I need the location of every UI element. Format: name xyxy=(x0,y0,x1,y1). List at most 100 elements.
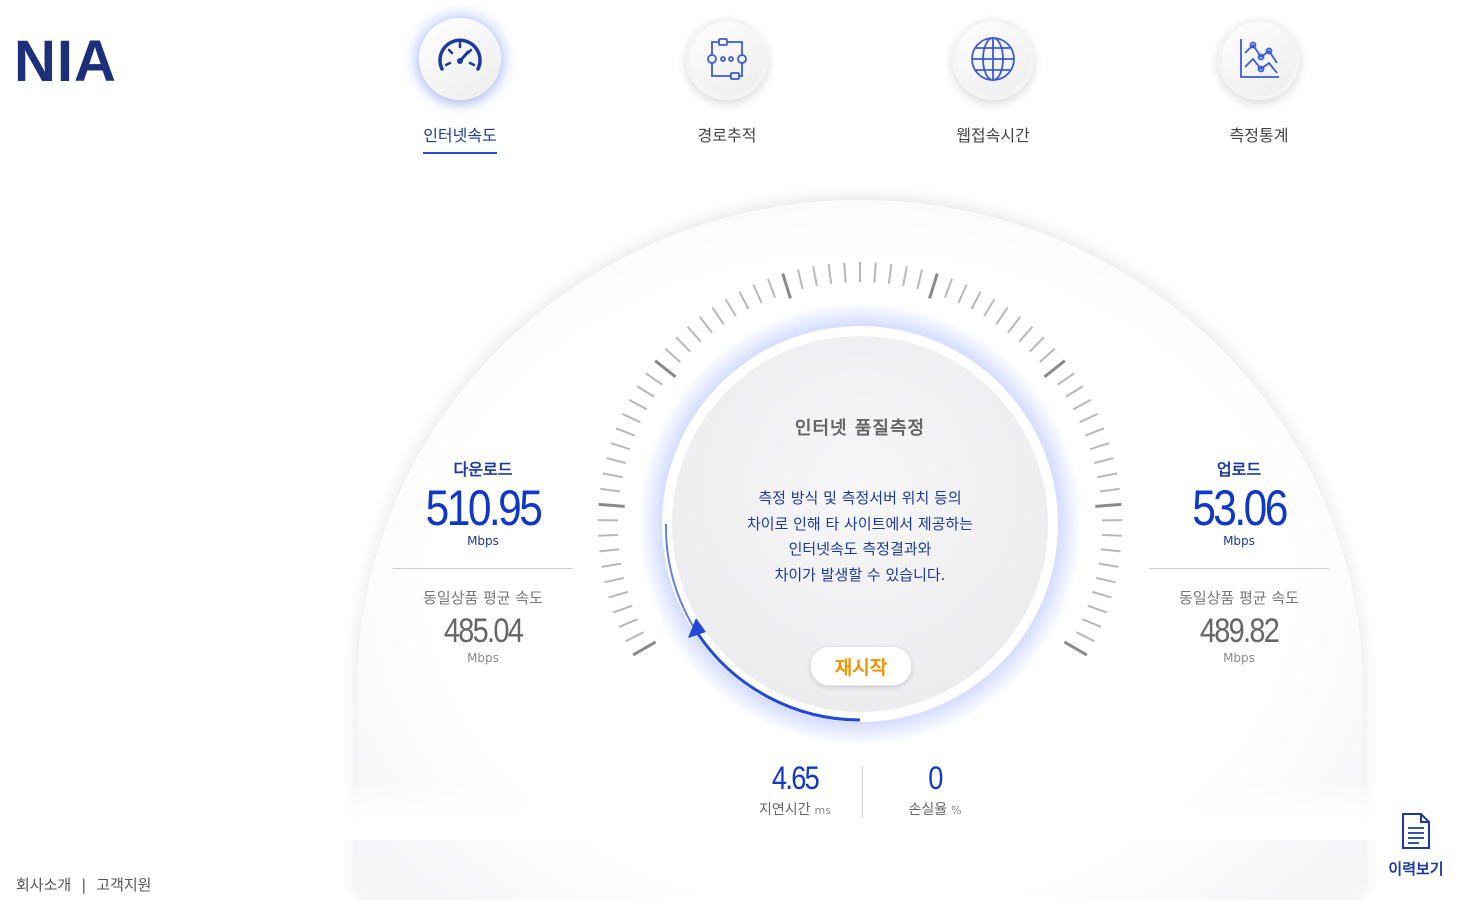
mini-divider xyxy=(862,766,863,818)
gauge-tick xyxy=(798,269,803,288)
loss-label-row: 손실율% xyxy=(865,799,1005,819)
nia-logo[interactable]: NIA xyxy=(14,28,117,95)
gauge-tick xyxy=(1099,564,1119,567)
restart-button[interactable]: 재시작 xyxy=(810,646,912,686)
nav-label: 인터넷속도 xyxy=(423,122,497,154)
notice-line: 측정 방식 및 측정서버 위치 등의 xyxy=(720,486,1000,512)
nav-label: 경로추적 xyxy=(698,122,757,152)
gauge-tick xyxy=(1097,473,1117,477)
nav-label: 웹접속시간 xyxy=(956,122,1030,152)
gauge-tick xyxy=(753,285,761,303)
gauge-tick xyxy=(1101,549,1121,551)
upload-avg-unit: Mbps xyxy=(1149,651,1329,665)
gauge-tick xyxy=(889,264,891,284)
gauge-tick xyxy=(1040,349,1055,362)
nav-circle xyxy=(419,18,501,100)
footer-separator: | xyxy=(81,876,86,894)
gauge-tick xyxy=(783,274,791,299)
gauge-tick xyxy=(1100,489,1120,492)
history-button[interactable]: 이력보기 xyxy=(1384,812,1448,879)
gauge-tick xyxy=(1085,428,1104,435)
gauge-tick xyxy=(609,592,628,598)
gauge-tick xyxy=(1064,642,1087,655)
gauge-tick xyxy=(629,400,647,409)
gauge-tick xyxy=(1080,414,1098,422)
gauge-tick xyxy=(903,266,907,286)
notice-line: 인터넷속도 측정결과와 xyxy=(720,537,1000,563)
gauge-tick xyxy=(1096,578,1115,582)
gauge-tick xyxy=(1092,592,1111,598)
gauge-tick xyxy=(739,291,748,309)
gauge-tick xyxy=(1102,535,1122,536)
footer-link-support[interactable]: 고객지원 xyxy=(96,876,151,894)
gauge-tick xyxy=(1058,373,1074,385)
gauge-tick xyxy=(637,386,654,397)
gauge-tick xyxy=(1095,504,1121,506)
nav-statistics[interactable]: 측정통계 xyxy=(1189,18,1329,152)
nav-label: 측정통계 xyxy=(1230,122,1289,152)
upload-panel: 업로드 53.06 Mbps 동일상품 평균 속도 489.82 Mbps xyxy=(1149,456,1329,665)
nav-web-access-time[interactable]: 웹접속시간 xyxy=(923,18,1063,152)
gauge-tick xyxy=(602,564,622,567)
download-avg-label: 동일상품 평균 속도 xyxy=(393,587,573,608)
download-speed: 510.95 xyxy=(407,480,560,536)
document-icon xyxy=(1399,812,1433,850)
gauge-tick xyxy=(616,428,635,435)
nav-circle xyxy=(952,18,1034,100)
gauge-tick xyxy=(874,262,875,282)
footer-link-about[interactable]: 회사소개 xyxy=(16,876,71,894)
notice-message: 측정 방식 및 측정서버 위치 등의 차이로 인해 타 사이트에서 제공하는 인… xyxy=(720,486,1000,588)
upload-avg-speed: 489.82 xyxy=(1163,612,1316,651)
latency-label-row: 지연시간ms xyxy=(725,799,865,819)
nav-circle xyxy=(686,18,768,100)
route-trace-icon xyxy=(702,34,752,84)
gauge-tick xyxy=(700,317,712,333)
gauge-tick xyxy=(829,264,831,284)
notice-line: 차이가 발생할 수 있습니다. xyxy=(720,563,1000,589)
gauge-tick xyxy=(996,308,1007,325)
download-avg-unit: Mbps xyxy=(393,651,573,665)
speedometer-icon xyxy=(432,31,488,87)
gauge-tick xyxy=(1008,317,1020,333)
gauge-tick xyxy=(676,337,690,351)
gauge-tick xyxy=(984,299,994,316)
gauge-tick xyxy=(619,619,637,627)
nav-internet-speed[interactable]: 인터넷속도 xyxy=(390,18,530,154)
loss-label: 손실율 xyxy=(908,802,947,818)
gauge-tick xyxy=(1076,632,1094,641)
latency-unit: ms xyxy=(815,804,831,817)
nav-circle xyxy=(1218,18,1300,100)
upload-speed: 53.06 xyxy=(1163,480,1316,536)
gauge-tick xyxy=(930,274,938,299)
gauge-tick xyxy=(726,299,736,316)
gauge-tick xyxy=(1045,361,1065,377)
gauge-tick xyxy=(606,458,625,463)
gauge-tick xyxy=(611,443,630,449)
gauge-tick xyxy=(622,414,640,422)
upload-avg-label: 동일상품 평균 속도 xyxy=(1149,587,1329,608)
gauge-tick xyxy=(958,285,966,303)
download-avg-speed: 485.04 xyxy=(407,612,560,651)
nav-route-trace[interactable]: 경로추적 xyxy=(657,18,797,152)
gauge-tick xyxy=(633,642,656,655)
gauge-tick xyxy=(945,279,952,298)
download-title: 다운로드 xyxy=(393,456,573,480)
gauge-tick xyxy=(917,269,922,288)
gauge-tick xyxy=(646,373,662,385)
loss-value: 0 xyxy=(876,760,995,797)
gauge-tick xyxy=(600,489,620,492)
gauge-tick xyxy=(1066,386,1083,397)
gauge-tick xyxy=(603,473,623,477)
gauge-tick xyxy=(599,549,619,551)
gauge-tick xyxy=(626,632,644,641)
gauge-tick xyxy=(844,262,845,282)
loss-unit: % xyxy=(951,804,961,817)
gauge-tick xyxy=(655,361,675,377)
gauge-tick xyxy=(613,606,632,613)
gauge-tick xyxy=(665,349,680,362)
gauge-tick xyxy=(1088,606,1107,613)
gauge-tick xyxy=(768,279,775,298)
download-unit: Mbps xyxy=(393,534,573,548)
upload-unit: Mbps xyxy=(1149,534,1329,548)
gauge-tick xyxy=(1090,443,1109,449)
